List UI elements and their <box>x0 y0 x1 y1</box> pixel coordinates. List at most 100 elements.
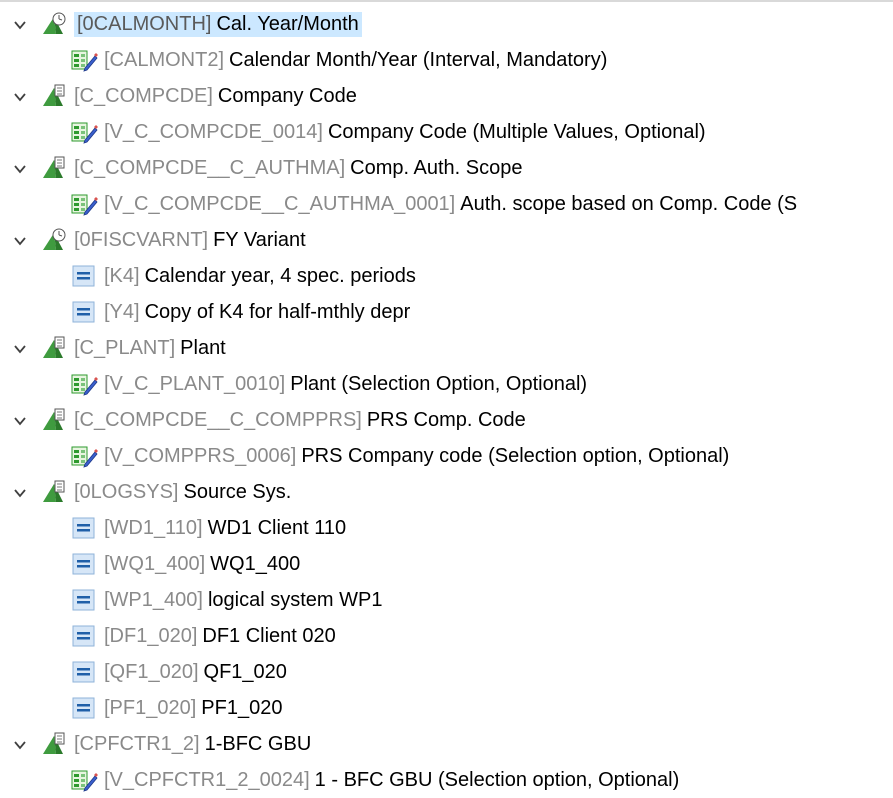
description: Cal. Year/Month <box>216 12 359 35</box>
tree-node[interactable]: [CPFCTR1_2] 1-BFC GBU <box>0 726 893 762</box>
technical-name: [V_C_COMPCDE__C_AUTHMA_0001] <box>104 192 456 215</box>
node-label: [C_PLANT] Plant <box>74 337 226 360</box>
hierarchy-icon <box>40 155 68 181</box>
description: PRS Company code (Selection option, Opti… <box>301 444 730 467</box>
technical-name: [C_COMPCDE__C_COMPPRS] <box>74 408 362 431</box>
hierarchy-time-icon <box>40 11 68 37</box>
chevron-down-icon[interactable] <box>12 88 28 104</box>
tree-node[interactable]: [C_PLANT] Plant <box>0 330 893 366</box>
equals-value-icon <box>70 695 98 721</box>
equals-value-icon <box>70 551 98 577</box>
description: PRS Comp. Code <box>366 408 526 431</box>
technical-name: [CALMONT2] <box>104 48 225 71</box>
node-label: [V_COMPPRS_0006] PRS Company code (Select… <box>104 445 729 468</box>
node-label: [K4] Calendar year, 4 spec. periods <box>104 265 416 288</box>
hierarchy-icon <box>40 407 68 433</box>
tree-child-node[interactable]: [V_CPFCTR1_2_0024] 1 - BFC GBU (Selection… <box>0 762 893 798</box>
tree-node[interactable]: [0CALMONTH] Cal. Year/Month <box>0 6 893 42</box>
tree-child-node[interactable]: [PF1_020] PF1_020 <box>0 690 893 726</box>
tree-child-node[interactable]: [WP1_400] logical system WP1 <box>0 582 893 618</box>
node-label: [V_C_COMPCDE_0014] Company Code (Multiple… <box>104 121 706 144</box>
node-label: [DF1_020] DF1 Client 020 <box>104 625 336 648</box>
hierarchy-icon <box>40 83 68 109</box>
top-border <box>0 0 893 2</box>
node-label: [0CALMONTH] Cal. Year/Month <box>74 11 362 37</box>
technical-name: [K4] <box>104 264 140 287</box>
technical-name: [QF1_020] <box>104 660 199 683</box>
node-label: [QF1_020] QF1_020 <box>104 661 287 684</box>
technical-name: [C_PLANT] <box>74 336 176 359</box>
chevron-down-icon[interactable] <box>12 160 28 176</box>
variable-icon <box>70 47 98 73</box>
description: Calendar year, 4 spec. periods <box>144 264 416 287</box>
hierarchy-time-icon <box>40 227 68 253</box>
node-label: [V_C_PLANT_0010] Plant (Selection Option,… <box>104 373 587 396</box>
technical-name: [0CALMONTH] <box>77 12 212 35</box>
tree-child-node[interactable]: [V_COMPPRS_0006] PRS Company code (Select… <box>0 438 893 474</box>
node-label: [0LOGSYS] Source Sys. <box>74 481 291 504</box>
hierarchy-icon <box>40 731 68 757</box>
equals-value-icon <box>70 515 98 541</box>
description: logical system WP1 <box>207 588 383 611</box>
variable-icon <box>70 119 98 145</box>
node-label: [Y4] Copy of K4 for half-mthly depr <box>104 301 410 324</box>
description: WQ1_400 <box>210 552 301 575</box>
technical-name: [V_C_PLANT_0010] <box>104 372 286 395</box>
tree-child-node[interactable]: [Y4] Copy of K4 for half-mthly depr <box>0 294 893 330</box>
description: Copy of K4 for half-mthly depr <box>144 300 411 323</box>
tree-node[interactable]: [C_COMPCDE] Company Code <box>0 78 893 114</box>
equals-value-icon <box>70 587 98 613</box>
tree-child-node[interactable]: [V_C_COMPCDE_0014] Company Code (Multiple… <box>0 114 893 150</box>
tree-child-node[interactable]: [DF1_020] DF1 Client 020 <box>0 618 893 654</box>
node-label: [C_COMPCDE] Company Code <box>74 85 357 108</box>
tree-child-node[interactable]: [V_C_COMPCDE__C_AUTHMA_0001] Auth. scope … <box>0 186 893 222</box>
tree-child-node[interactable]: [QF1_020] QF1_020 <box>0 654 893 690</box>
description: QF1_020 <box>203 660 287 683</box>
tree-child-node[interactable]: [K4] Calendar year, 4 spec. periods <box>0 258 893 294</box>
technical-name: [V_COMPPRS_0006] <box>104 444 297 467</box>
variable-tree: [0CALMONTH] Cal. Year/Month [CALMONT2] Cale… <box>0 6 893 798</box>
technical-name: [DF1_020] <box>104 624 198 647</box>
technical-name: [WQ1_400] <box>104 552 206 575</box>
equals-value-icon <box>70 623 98 649</box>
node-label: [C_COMPCDE__C_AUTHMA] Comp. Auth. Scope <box>74 157 523 180</box>
tree-child-node[interactable]: [V_C_PLANT_0010] Plant (Selection Option,… <box>0 366 893 402</box>
node-label: [PF1_020] PF1_020 <box>104 697 282 720</box>
tree-child-node[interactable]: [WQ1_400] WQ1_400 <box>0 546 893 582</box>
tree-child-node[interactable]: [WD1_110] WD1 Client 110 <box>0 510 893 546</box>
equals-value-icon <box>70 659 98 685</box>
chevron-down-icon[interactable] <box>12 16 28 32</box>
description: FY Variant <box>213 228 306 251</box>
node-label: [WD1_110] WD1 Client 110 <box>104 517 346 540</box>
node-label: [WQ1_400] WQ1_400 <box>104 553 300 576</box>
chevron-down-icon[interactable] <box>12 232 28 248</box>
tree-child-node[interactable]: [CALMONT2] Calendar Month/Year (Interval,… <box>0 42 893 78</box>
description: Calendar Month/Year (Interval, Mandatory… <box>229 48 608 71</box>
description: 1-BFC GBU <box>204 732 312 755</box>
description: DF1 Client 020 <box>202 624 336 647</box>
tree-node[interactable]: [0LOGSYS] Source Sys. <box>0 474 893 510</box>
chevron-down-icon[interactable] <box>12 412 28 428</box>
description: WD1 Client 110 <box>207 516 347 539</box>
chevron-down-icon[interactable] <box>12 340 28 356</box>
tree-node[interactable]: [0FISCVARNT] FY Variant <box>0 222 893 258</box>
variable-icon <box>70 191 98 217</box>
tree-node[interactable]: [C_COMPCDE__C_COMPPRS] PRS Comp. Code <box>0 402 893 438</box>
chevron-down-icon[interactable] <box>12 484 28 500</box>
chevron-down-icon[interactable] <box>12 736 28 752</box>
description: Plant (Selection Option, Optional) <box>290 372 588 395</box>
description: Company Code <box>217 84 357 107</box>
tree-node[interactable]: [C_COMPCDE__C_AUTHMA] Comp. Auth. Scope <box>0 150 893 186</box>
description: Plant <box>180 336 226 359</box>
node-label: [CPFCTR1_2] 1-BFC GBU <box>74 733 311 756</box>
description: PF1_020 <box>201 696 283 719</box>
description: Comp. Auth. Scope <box>350 156 523 179</box>
hierarchy-icon <box>40 335 68 361</box>
description: Source Sys. <box>183 480 292 503</box>
technical-name: [C_COMPCDE__C_AUTHMA] <box>74 156 346 179</box>
description: Auth. scope based on Comp. Code (S <box>460 192 798 215</box>
equals-value-icon <box>70 263 98 289</box>
node-label: [0FISCVARNT] FY Variant <box>74 229 306 252</box>
node-label: [CALMONT2] Calendar Month/Year (Interval,… <box>104 49 607 72</box>
node-label: [V_C_COMPCDE__C_AUTHMA_0001] Auth. scope … <box>104 193 797 216</box>
